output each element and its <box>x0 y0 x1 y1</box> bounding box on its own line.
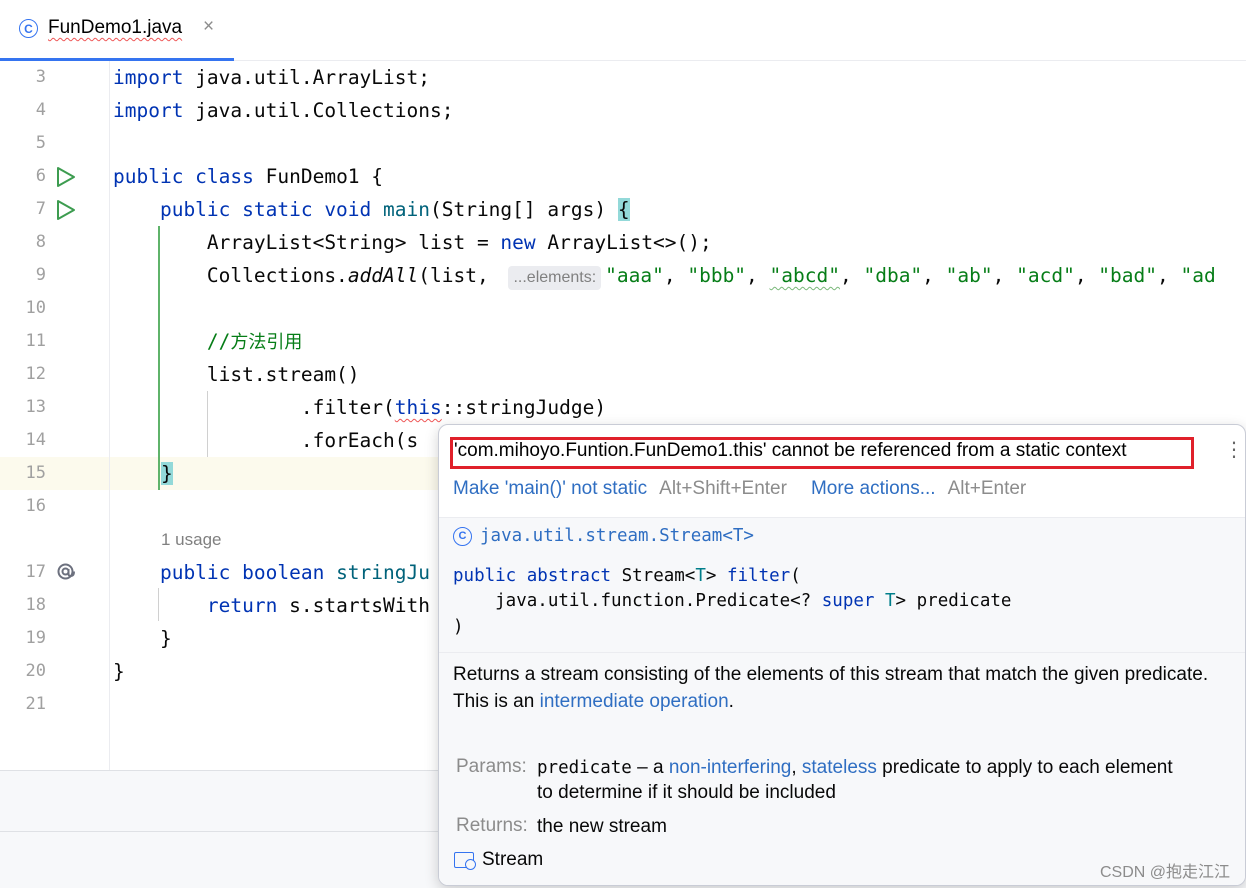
run-icon[interactable] <box>56 199 76 221</box>
line-number: 6 <box>35 166 46 186</box>
code-line-4: import java.util.Collections; <box>113 99 454 122</box>
bottom-divider <box>0 831 440 832</box>
code-line-19: } <box>113 627 172 650</box>
class-c-icon: C <box>453 526 472 546</box>
returns-text: the new stream <box>537 816 667 837</box>
line-number: 21 <box>25 694 46 714</box>
code-line-7: public static void main(String[] args) { <box>113 198 630 221</box>
line-number: 9 <box>35 265 46 285</box>
code-line-20: } <box>113 660 125 683</box>
line-number: 20 <box>25 661 46 681</box>
intermediate-operation-link[interactable]: intermediate operation <box>540 691 729 712</box>
tab-fundemo1[interactable]: C FunDemo1.java × <box>0 0 234 61</box>
code-line-8: ArrayList<String> list = new ArrayList<>… <box>113 231 712 254</box>
tab-filename: FunDemo1.java <box>48 17 183 38</box>
divider <box>439 652 1245 653</box>
line-number: 15 <box>25 463 46 483</box>
code-line-17: public boolean stringJu <box>113 561 430 584</box>
error-quick-doc-popup: 'com.mihoyo.Funtion.FunDemo1.this' canno… <box>438 424 1246 886</box>
usage-hint[interactable]: 1 usage <box>161 530 222 550</box>
code-line-11: //方法引用 <box>113 330 303 353</box>
line-number: 14 <box>25 430 46 450</box>
stateless-link[interactable]: stateless <box>802 757 877 778</box>
code-line-13: .filter(this::stringJudge) <box>113 396 607 419</box>
code-line-9: Collections.addAll(list, ...elements: "aa… <box>113 264 1216 290</box>
code-line-3: import java.util.ArrayList; <box>113 66 430 89</box>
line-number: 18 <box>25 595 46 615</box>
line-number: 4 <box>35 100 46 120</box>
watermark: CSDN @抱走江江 <box>1099 864 1230 881</box>
code-line-15: } <box>161 462 173 485</box>
more-actions-link[interactable]: More actions... <box>811 478 936 499</box>
editor-tab-bar: C FunDemo1.java × <box>0 0 1246 61</box>
params-text: predicate – a non-interfering, stateless… <box>537 757 1173 803</box>
signature-line-2: java.util.function.Predicate<? super T> … <box>453 591 1012 611</box>
package-icon <box>454 852 476 870</box>
shortcut-label: Alt+Enter <box>947 478 1027 499</box>
line-number: 16 <box>25 496 46 516</box>
line-number: 5 <box>35 133 46 153</box>
code-line-6: public class FunDemo1 { <box>113 165 384 188</box>
code-line-12: list.stream() <box>113 363 360 386</box>
line-number: 3 <box>35 67 46 87</box>
signature-line-3: ) <box>453 617 464 637</box>
code-line-14: .forEach(s <box>113 429 419 452</box>
error-message: 'com.mihoyo.Funtion.FunDemo1.this' canno… <box>454 440 1127 461</box>
line-number: 12 <box>25 364 46 384</box>
gutter-divider <box>109 61 110 770</box>
line-number: 17 <box>25 562 46 582</box>
line-number: 13 <box>25 397 46 417</box>
line-number: 8 <box>35 232 46 252</box>
method-description: Returns a stream consisting of the eleme… <box>453 664 1209 712</box>
class-name: java.util.stream.Stream<T> <box>480 526 754 546</box>
run-icon[interactable] <box>56 166 76 188</box>
non-interfering-link[interactable]: non-interfering <box>669 757 792 778</box>
params-label: Params: <box>456 756 527 777</box>
close-icon[interactable]: × <box>203 16 214 38</box>
quick-fix-actions: Make 'main()' not static Alt+Shift+Enter M… <box>453 478 1026 500</box>
class-c-icon: C <box>19 19 38 38</box>
signature-line-1: public abstract Stream<T> filter( <box>453 566 801 586</box>
code-line-18: return s.startsWith <box>113 594 430 617</box>
class-reference[interactable]: C java.util.stream.Stream<T> <box>453 526 754 546</box>
line-number: 19 <box>25 628 46 648</box>
line-number: 11 <box>25 331 46 351</box>
stream-module-link[interactable]: Stream <box>454 849 543 871</box>
make-main-not-static-action[interactable]: Make 'main()' not static <box>453 478 647 499</box>
returns-label: Returns: <box>456 815 528 836</box>
parameter-hint: ...elements: <box>508 266 602 290</box>
line-number: 7 <box>35 199 46 219</box>
line-number: 10 <box>25 298 46 318</box>
more-options-icon[interactable]: ⋮ <box>1224 440 1244 460</box>
shortcut-label: Alt+Shift+Enter <box>659 478 787 499</box>
override-at-icon[interactable] <box>54 560 77 583</box>
